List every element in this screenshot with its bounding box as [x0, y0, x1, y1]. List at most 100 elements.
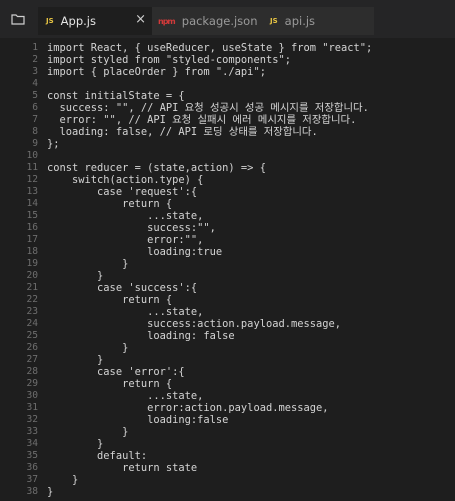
line-number: 15 — [26, 210, 38, 221]
line-number: 16 — [26, 222, 38, 233]
code-text: import styled from "styled-components"; — [47, 54, 291, 66]
line-number: 18 — [26, 246, 38, 257]
code-line: 21 case 'success':{ — [0, 282, 455, 294]
line-number: 25 — [26, 330, 38, 341]
line-number: 38 — [26, 486, 38, 497]
code-line: 38} — [0, 486, 455, 498]
code-line: 23 ...state, — [0, 306, 455, 318]
tab-bar: JS App.js × npm package.json JS api.js — [0, 0, 455, 38]
tab-app-js[interactable]: JS App.js × — [38, 7, 152, 35]
code-line: 29 return { — [0, 378, 455, 390]
code-text: error:"", — [47, 234, 204, 246]
code-line: 8 loading: false, // API 로딩 상태를 저장합니다. — [0, 126, 455, 138]
tab-label: package.json — [181, 14, 258, 28]
line-number: 14 — [26, 198, 38, 209]
line-number: 6 — [32, 102, 38, 113]
line-number: 34 — [26, 438, 38, 449]
code-text: error:action.payload.message, — [47, 402, 329, 414]
line-number: 13 — [26, 186, 38, 197]
code-line: 26 } — [0, 342, 455, 354]
code-line: 6 success: "", // API 요청 성공시 성공 메시지를 저장합… — [0, 102, 455, 114]
line-number: 28 — [26, 366, 38, 377]
line-number: 37 — [26, 474, 38, 485]
line-number: 26 — [26, 342, 38, 353]
code-text: case 'success':{ — [47, 282, 198, 294]
folder-icon[interactable] — [0, 0, 36, 38]
code-text: error: "", // API 요청 실패시 에러 메시지를 저장합니다. — [47, 114, 357, 126]
code-text: ...state, — [47, 210, 204, 222]
code-text: loading:false — [47, 414, 229, 426]
code-editor-window: JS App.js × npm package.json JS api.js 1… — [0, 0, 455, 501]
code-text: import { placeOrder } from "./api"; — [47, 66, 266, 78]
code-text: switch(action.type) { — [47, 174, 204, 186]
code-text: } — [47, 426, 129, 438]
line-number: 31 — [26, 402, 38, 413]
line-number: 3 — [32, 66, 38, 77]
line-number: 29 — [26, 378, 38, 389]
line-number: 9 — [32, 138, 38, 149]
code-line: 36 return state — [0, 462, 455, 474]
code-text: import React, { useReducer, useState } f… — [47, 42, 373, 54]
code-text: loading: false — [47, 330, 235, 342]
code-line: 15 ...state, — [0, 210, 455, 222]
line-number: 23 — [26, 306, 38, 317]
code-line: 13 case 'request':{ — [0, 186, 455, 198]
code-line: 3 import { placeOrder } from "./api"; — [0, 66, 455, 78]
code-line: 14 return { — [0, 198, 455, 210]
code-text: } — [47, 486, 54, 498]
code-line: 30 ...state, — [0, 390, 455, 402]
code-line: 27 } — [0, 354, 455, 366]
line-number: 21 — [26, 282, 38, 293]
code-text: } — [47, 258, 129, 270]
tab-label: api.js — [284, 14, 316, 28]
code-line: 37 } — [0, 474, 455, 486]
tab-api-js[interactable]: JS api.js — [262, 7, 374, 35]
tab-label: App.js — [60, 14, 96, 28]
code-line: 5 const initialState = { — [0, 90, 455, 102]
code-line: 22 return { — [0, 294, 455, 306]
line-number: 10 — [26, 150, 38, 161]
javascript-file-icon: JS — [270, 17, 278, 25]
line-number: 17 — [26, 234, 38, 245]
line-number: 30 — [26, 390, 38, 401]
code-text: } — [47, 270, 104, 282]
code-line: 32 loading:false — [0, 414, 455, 426]
code-text: } — [47, 354, 104, 366]
code-line: 9}; — [0, 138, 455, 150]
code-line: 4 — [0, 78, 455, 90]
line-number: 24 — [26, 318, 38, 329]
code-text: success: "", // API 요청 성공시 성공 메시지를 저장합니다… — [47, 102, 369, 114]
line-number: 4 — [32, 78, 38, 89]
code-line: 34 } — [0, 438, 455, 450]
code-text: }; — [47, 138, 60, 150]
code-editor[interactable]: 1 import React, { useReducer, useState } … — [0, 38, 455, 501]
code-text: return { — [47, 378, 173, 390]
code-line: 17 error:"", — [0, 234, 455, 246]
line-number: 12 — [26, 174, 38, 185]
line-number: 22 — [26, 294, 38, 305]
code-line: 35 default: — [0, 450, 455, 462]
close-icon[interactable]: × — [135, 12, 146, 27]
line-number: 35 — [26, 450, 38, 461]
javascript-file-icon: JS — [46, 17, 54, 25]
code-text: case 'error':{ — [47, 366, 185, 378]
code-text: } — [47, 342, 129, 354]
code-line: 31 error:action.payload.message, — [0, 402, 455, 414]
line-number: 32 — [26, 414, 38, 425]
line-number: 1 — [32, 42, 38, 53]
code-text: loading:true — [47, 246, 223, 258]
code-line: 7 error: "", // API 요청 실패시 에러 메시지를 저장합니다… — [0, 114, 455, 126]
code-text: success:"", — [47, 222, 216, 234]
code-line: 12 switch(action.type) { — [0, 174, 455, 186]
line-number: 33 — [26, 426, 38, 437]
code-text: case 'request':{ — [47, 186, 198, 198]
code-text: ...state, — [47, 390, 204, 402]
code-line: 19 } — [0, 258, 455, 270]
code-line: 25 loading: false — [0, 330, 455, 342]
code-line: 24 success:action.payload.message, — [0, 318, 455, 330]
line-number: 19 — [26, 258, 38, 269]
code-text: } — [47, 438, 104, 450]
npm-file-icon: npm — [158, 16, 176, 26]
tab-package-json[interactable]: npm package.json — [152, 7, 262, 35]
code-text: ...state, — [47, 306, 204, 318]
